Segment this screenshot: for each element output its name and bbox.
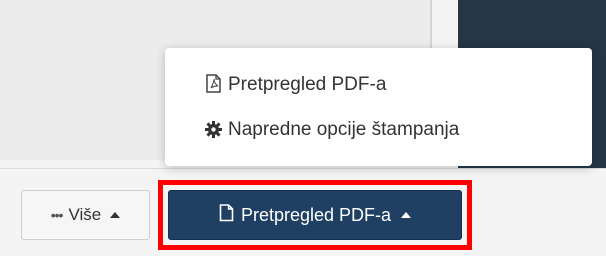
pdf-preview-button[interactable]: Pretpregled PDF-a bbox=[168, 190, 462, 240]
menu-item-label: Napredne opcije štampanja bbox=[228, 119, 460, 140]
pdf-file-icon bbox=[205, 71, 222, 105]
caret-up-icon bbox=[401, 212, 412, 218]
dropdown-menu: Pretpregled PDF-a Napredne opcije štampa… bbox=[165, 48, 592, 166]
pdf-preview-label: Pretpregled PDF-a bbox=[240, 204, 392, 225]
menu-item-advanced-print[interactable]: Napredne opcije štampanja bbox=[205, 113, 459, 147]
menu-item-pdf-preview[interactable]: Pretpregled PDF-a bbox=[205, 68, 386, 102]
gear-icon bbox=[205, 116, 222, 150]
more-button-label: Više bbox=[68, 205, 102, 224]
menu-item-label: Pretpregled PDF-a bbox=[228, 74, 387, 95]
more-button[interactable]: ••• Više bbox=[21, 190, 150, 240]
caret-up-icon bbox=[110, 212, 121, 218]
more-dots-icon: ••• bbox=[50, 207, 64, 223]
file-icon bbox=[219, 203, 234, 227]
